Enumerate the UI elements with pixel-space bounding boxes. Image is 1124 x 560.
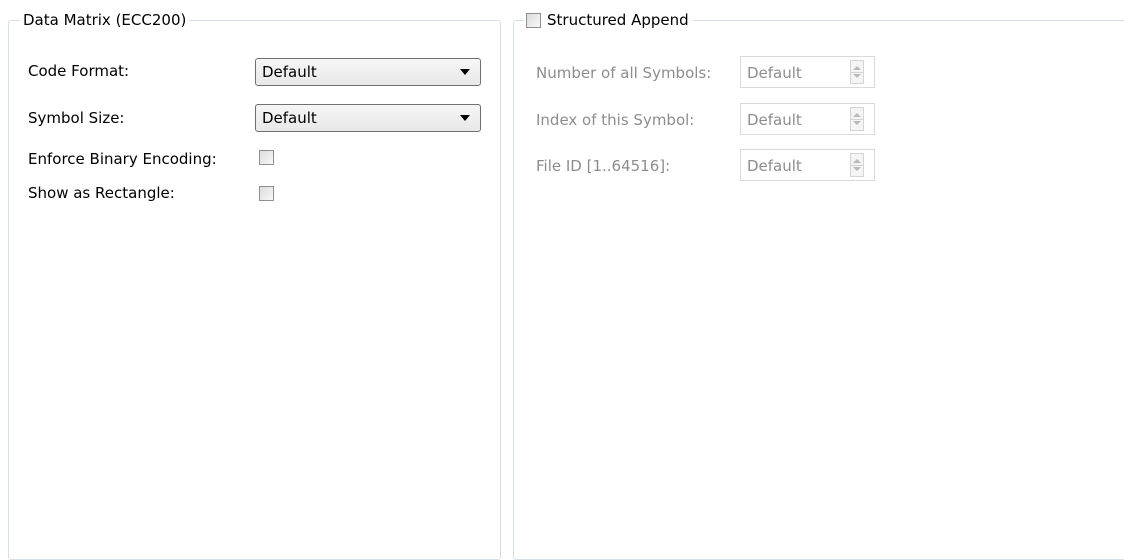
chevron-down-icon [460,69,470,75]
spin-divider [851,165,863,166]
structured-append-title: Structured Append [547,11,689,29]
index-of-symbol-value: Default [747,111,802,129]
arrow-up-icon [853,159,861,163]
enforce-binary-label: Enforce Binary Encoding: [28,150,217,168]
code-format-label: Code Format: [28,62,130,80]
structured-append-group [513,20,1124,560]
spin-buttons[interactable] [850,153,864,177]
code-format-dropdown[interactable]: Default [255,58,481,86]
file-id-label: File ID [1..64516]: [536,157,671,175]
symbol-size-value: Default [262,109,317,127]
data-matrix-group-title: Data Matrix (ECC200) [20,10,190,30]
arrow-down-icon [853,167,861,171]
show-rectangle-label: Show as Rectangle: [28,184,175,202]
index-of-symbol-label: Index of this Symbol: [536,111,695,129]
symbol-size-label: Symbol Size: [28,109,125,127]
spin-buttons[interactable] [850,107,864,131]
code-format-value: Default [262,63,317,81]
chevron-down-icon [460,115,470,121]
data-matrix-group [8,20,501,560]
arrow-up-icon [853,113,861,117]
index-of-symbol-spinner[interactable]: Default [740,103,875,135]
arrow-up-icon [853,66,861,70]
number-of-symbols-spinner[interactable]: Default [740,56,875,88]
arrow-down-icon [853,74,861,78]
number-of-symbols-label: Number of all Symbols: [536,64,712,82]
spin-divider [851,72,863,73]
file-id-value: Default [747,157,802,175]
enforce-binary-checkbox[interactable] [259,150,274,165]
show-rectangle-checkbox[interactable] [259,186,274,201]
number-of-symbols-value: Default [747,64,802,82]
structured-append-checkbox[interactable] [526,12,541,28]
structured-append-header: Structured Append [524,9,693,31]
spin-divider [851,119,863,120]
arrow-down-icon [853,121,861,125]
file-id-spinner[interactable]: Default [740,149,875,181]
spin-buttons[interactable] [850,60,864,84]
symbol-size-dropdown[interactable]: Default [255,104,481,132]
